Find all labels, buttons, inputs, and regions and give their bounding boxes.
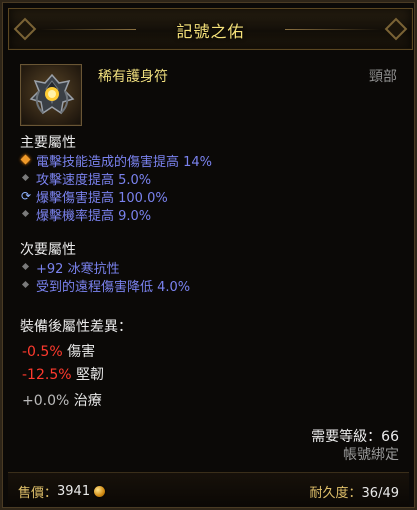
secondary-affix: +92 冰寒抗性	[20, 258, 120, 277]
stat-change-label: 堅韌	[75, 367, 104, 383]
grey-diamond-icon	[20, 279, 32, 291]
durability: 耐久度：36/49	[310, 482, 399, 501]
primary-affix: 攻擊速度提高 5.0%	[20, 169, 152, 188]
grey-diamond-icon	[20, 172, 32, 184]
stat-change-row: +0.0% 治療	[22, 390, 102, 410]
orange-diamond-icon	[20, 154, 32, 166]
secondary-affix-text: +92 冰寒抗性	[36, 261, 120, 277]
stat-change-value: -12.5%	[22, 367, 72, 383]
durability-label: 耐久度：	[309, 486, 362, 501]
primary-attributes-heading: 主要屬性	[20, 135, 76, 151]
sell-price-label: 售價：	[18, 486, 58, 501]
stat-change-value: +0.0%	[22, 393, 70, 409]
item-name: 記號之佑	[176, 22, 245, 41]
primary-affix-text: 爆擊機率提高 9.0%	[36, 208, 152, 224]
item-type: 稀有護身符	[98, 69, 168, 85]
tooltip-footer: 售價： 3941 耐久度：36/49	[8, 472, 409, 506]
secondary-attributes-heading: 次要屬性	[20, 242, 76, 258]
reroll-cycle-icon: ⟳	[20, 189, 32, 203]
durability-value: 36/49	[361, 486, 399, 501]
primary-affix: ⟳ 爆擊傷害提高 100.0%	[20, 187, 168, 206]
stat-change-label: 治療	[73, 393, 102, 409]
gold-coin-icon	[94, 486, 106, 497]
stat-change-row: -12.5% 堅韌	[22, 364, 104, 384]
primary-affix-text: 電擊技能造成的傷害提高 14%	[36, 154, 213, 170]
required-level: 需要等級：66	[311, 429, 399, 445]
title-banner: 記號之佑	[8, 8, 413, 50]
grey-diamond-icon	[20, 208, 32, 220]
primary-affix-text: 爆擊傷害提高 100.0%	[36, 190, 168, 206]
stat-change-value: -0.5%	[22, 344, 63, 360]
amulet-icon	[20, 64, 82, 126]
primary-affix: 電擊技能造成的傷害提高 14%	[20, 151, 213, 170]
secondary-affix-text: 受到的遠程傷害降低 4.0%	[36, 279, 191, 295]
item-tooltip: 記號之佑 稀有護身符 頸部 主要屬性 電擊技能造成的傷害提高 14% 攻擊速度提…	[0, 0, 417, 510]
stat-change-label: 傷害	[67, 344, 96, 360]
banner-rule	[285, 29, 380, 30]
item-slot: 頸部	[369, 69, 397, 85]
grey-diamond-icon	[20, 261, 32, 273]
stat-change-row: -0.5% 傷害	[22, 341, 95, 361]
sell-price-value: 3941	[57, 484, 91, 499]
secondary-affix: 受到的遠程傷害降低 4.0%	[20, 276, 191, 295]
stat-change-heading: 裝備後屬性差異：	[20, 319, 132, 335]
primary-affix: 爆擊機率提高 9.0%	[20, 205, 152, 224]
sell-price: 售價： 3941	[18, 482, 106, 501]
account-bound-label: 帳號綁定	[343, 447, 399, 463]
primary-affix-text: 攻擊速度提高 5.0%	[36, 172, 152, 188]
